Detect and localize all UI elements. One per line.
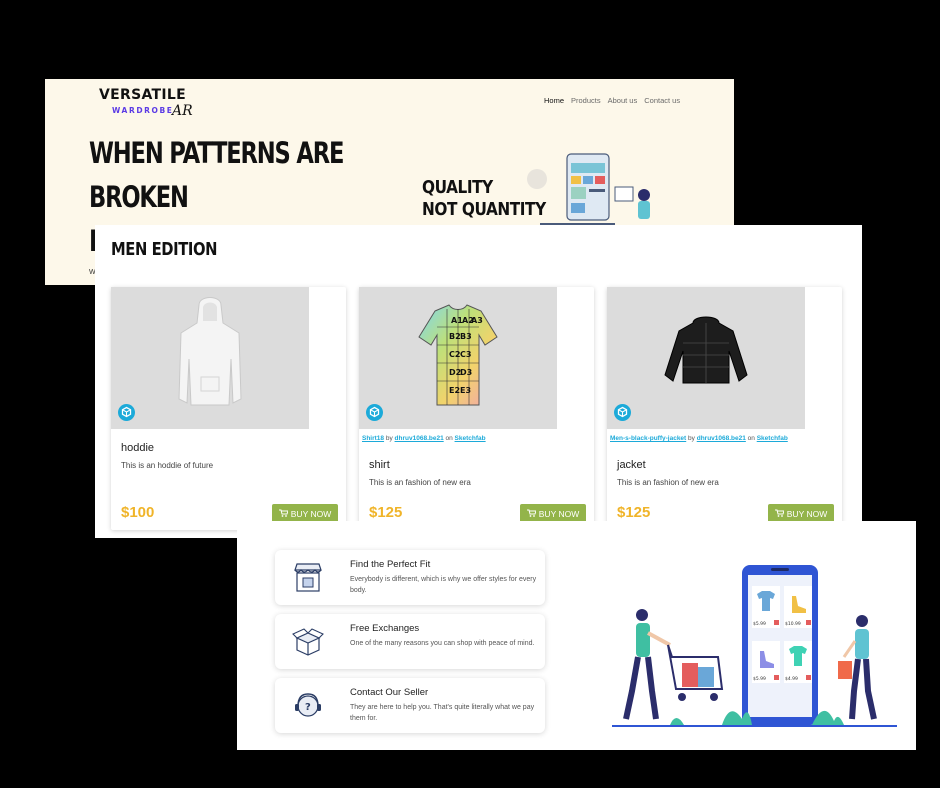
logo-main: VERSATILE (99, 87, 186, 103)
product-name: shirt (369, 459, 390, 471)
buy-label: BUY NOW (538, 509, 580, 519)
sketchfab-link[interactable]: Sketchfab (455, 435, 486, 442)
model-viewer[interactable] (607, 287, 805, 429)
navbar: Home Products About us Contact us (544, 96, 680, 105)
price-tag: $5.99 (753, 621, 766, 627)
feature-title: Contact Our Seller (350, 687, 429, 698)
nav-home[interactable]: Home (544, 96, 564, 105)
section-title: MEN EDITION (111, 239, 218, 260)
product-card: Men-s-black-puffy-jacket by dhruv1068.be… (607, 287, 842, 530)
model-credit: Shirt18 by dhruv1068.be21 on Sketchfab (362, 435, 486, 442)
feature-card: ? Contact Our Seller They are here to he… (275, 678, 545, 733)
feature-title: Find the Perfect Fit (350, 559, 431, 570)
box-icon (292, 628, 324, 656)
feature-desc: They are here to help you. That's quite … (350, 704, 535, 722)
support-icon: ? (295, 693, 321, 717)
product-desc: This is an hoddie of future (121, 461, 214, 470)
product-price: $125 (617, 504, 651, 521)
shirt-label: E3 (460, 386, 471, 395)
jacket-image (664, 316, 748, 384)
nav-about[interactable]: About us (608, 96, 638, 105)
shirt-label: D3 (460, 368, 472, 377)
feature-desc: One of the many reasons you can shop wit… (350, 640, 535, 647)
credit-on: on (445, 435, 453, 442)
author-link[interactable]: dhruv1068.be21 (697, 435, 746, 442)
model-viewer[interactable]: A1 A2 A3 B2 B3 C2 C3 D2 D3 E2 E3 (359, 287, 557, 429)
sketchfab-icon[interactable] (614, 404, 631, 421)
sketchfab-icon[interactable] (118, 404, 135, 421)
product-card: A1 A2 A3 B2 B3 C2 C3 D2 D3 E2 E3 Shirt18… (359, 287, 594, 530)
feature-card: Find the Perfect Fit Everybody is differ… (275, 550, 545, 605)
features-section: Find the Perfect Fit Everybody is differ… (237, 521, 916, 750)
collage: VERSATILE WARDROBE AR Home Products Abou… (0, 0, 940, 788)
shop-icon (294, 563, 322, 592)
model-link[interactable]: Shirt18 (362, 435, 384, 442)
price-tag: $5.99 (753, 676, 766, 682)
shirt-image: A1 A2 A3 B2 B3 C2 C3 D2 D3 E2 E3 (418, 304, 498, 406)
model-link[interactable]: Men-s-black-puffy-jacket (610, 435, 686, 442)
cart-icon (526, 509, 537, 519)
headline-line: WHEN PATTERNS ARE (89, 136, 344, 170)
product-desc: This is an fashion of new era (369, 478, 471, 487)
product-price: $125 (369, 504, 403, 521)
feature-card: Free Exchanges One of the many reasons y… (275, 614, 545, 669)
svg-text:?: ? (305, 702, 311, 713)
online-shopping-illustration: $5.99 $10.99 $5.99 $4.99 (612, 565, 897, 727)
shirt-label: B3 (460, 332, 472, 341)
price-tag: $4.99 (785, 676, 798, 682)
credit-by: by (688, 435, 695, 442)
cart-icon (278, 509, 289, 519)
product-card: hoddie This is an hoddie of future $100 … (111, 287, 346, 530)
product-price: $100 (121, 504, 155, 521)
shirt-label: E2 (449, 386, 460, 395)
sketchfab-link[interactable]: Sketchfab (757, 435, 788, 442)
buy-label: BUY NOW (290, 509, 332, 519)
shirt-label: B2 (449, 332, 461, 341)
credit-on: on (747, 435, 755, 442)
price-tag: $10.99 (785, 621, 801, 627)
shirt-label: C2 (449, 350, 460, 359)
hoodie-image (178, 297, 242, 406)
product-name: jacket (617, 459, 646, 471)
nav-contact[interactable]: Contact us (644, 96, 680, 105)
model-viewer[interactable] (111, 287, 309, 429)
men-edition-section: MEN EDITION hoddie This is an hoddie of … (95, 225, 862, 538)
model-credit: Men-s-black-puffy-jacket by dhruv1068.be… (610, 435, 788, 442)
product-name: hoddie (121, 442, 155, 454)
shirt-label: C3 (460, 350, 471, 359)
shirt-label: A3 (471, 316, 483, 325)
buy-label: BUY NOW (786, 509, 828, 519)
feature-desc: Everybody is different, which is why we … (350, 576, 537, 594)
product-desc: This is an fashion of new era (617, 478, 719, 487)
logo[interactable]: VERSATILE WARDROBE AR (99, 87, 199, 119)
sketchfab-icon[interactable] (366, 404, 383, 421)
headline-line: BROKEN (89, 180, 189, 214)
credit-by: by (385, 435, 393, 442)
logo-sub: WARDROBE (112, 106, 174, 115)
logo-ar: AR (172, 103, 193, 119)
author-link[interactable]: dhruv1068.be21 (395, 435, 444, 442)
nav-products[interactable]: Products (571, 96, 601, 105)
cart-icon (774, 509, 785, 519)
feature-title: Free Exchanges (350, 623, 420, 634)
phone-shopping-illustration (527, 153, 650, 225)
